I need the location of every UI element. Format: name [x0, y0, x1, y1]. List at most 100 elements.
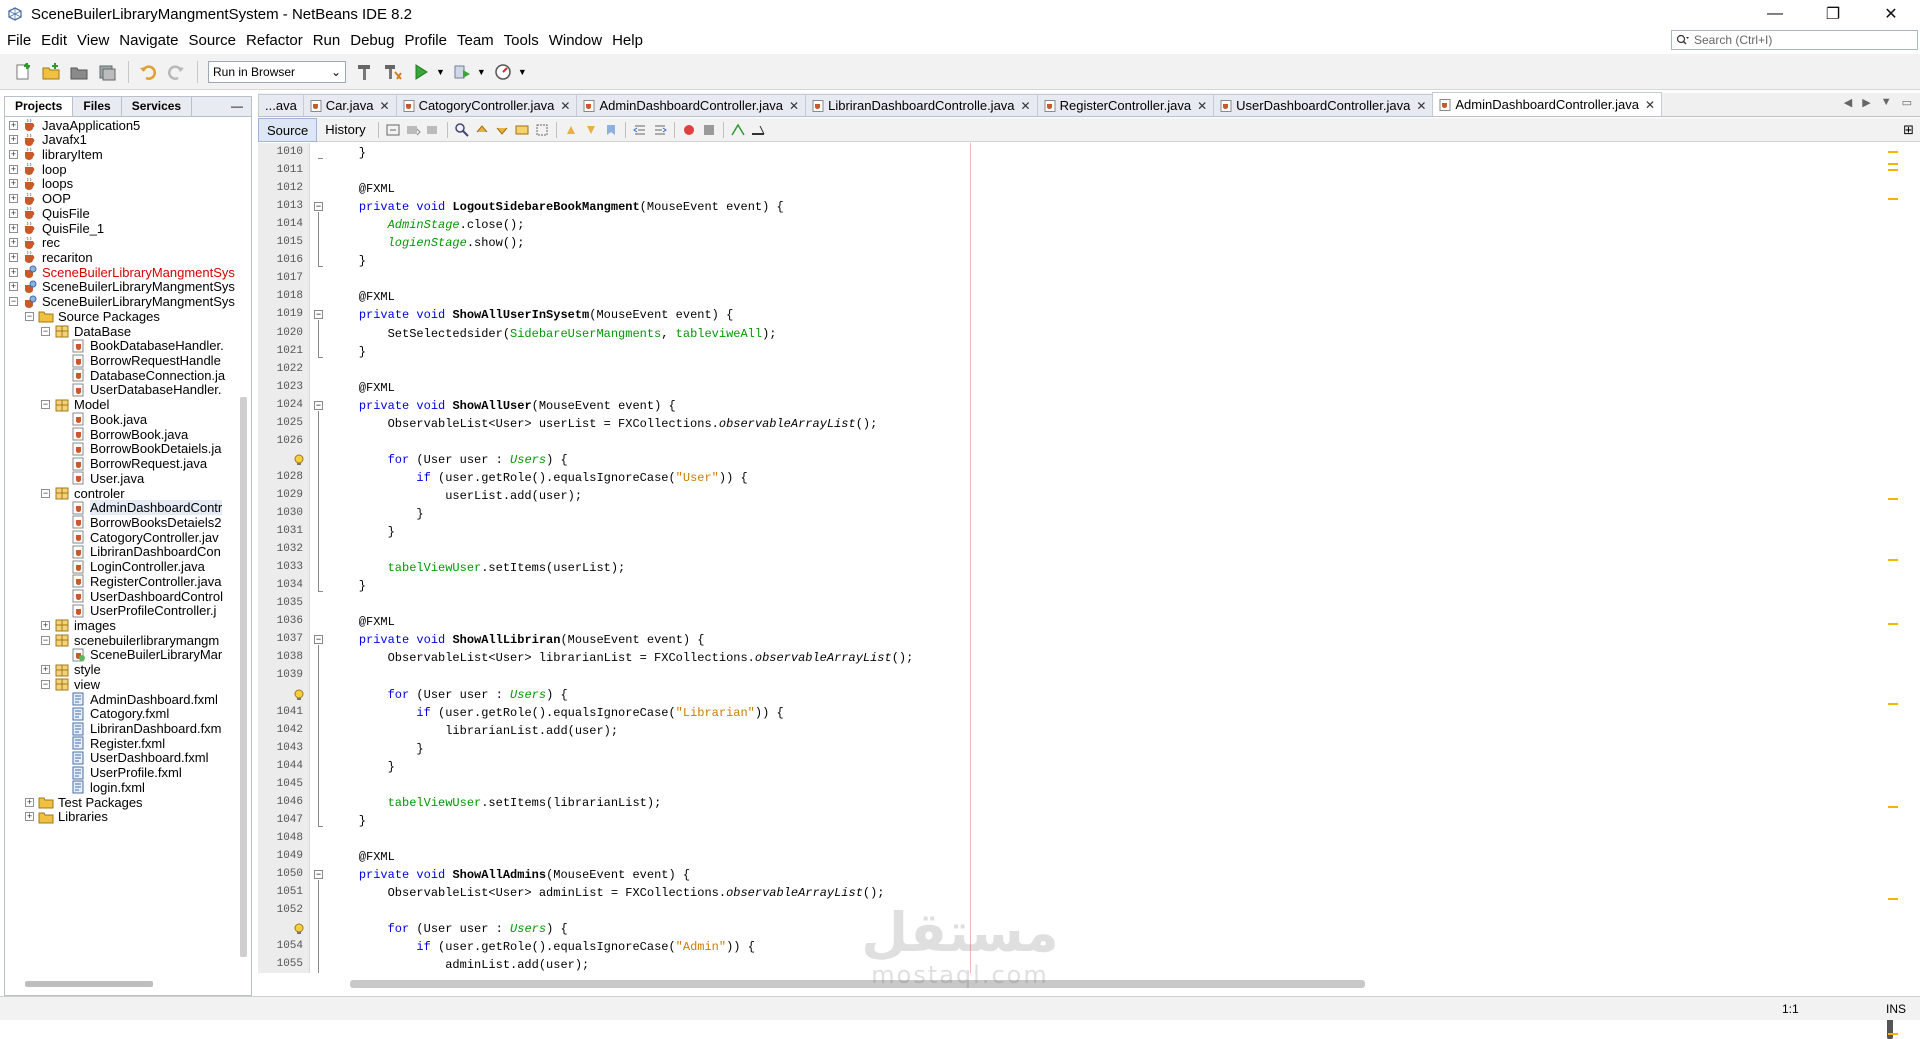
expand-icon[interactable]: + — [9, 194, 18, 204]
code-editor[interactable]: } @FXML private void LogoutSidebareBookM… — [330, 143, 1885, 973]
find-previous-icon[interactable] — [472, 120, 492, 140]
expand-icon[interactable]: + — [41, 620, 50, 630]
close-tab-icon[interactable]: ✕ — [789, 99, 799, 113]
maximize-window-icon[interactable]: ▭ — [1902, 96, 1912, 109]
menu-file[interactable]: File — [2, 28, 36, 54]
tab-projects[interactable]: Projects — [5, 97, 74, 116]
expand-icon[interactable]: + — [9, 120, 18, 130]
menu-debug[interactable]: Debug — [345, 28, 399, 54]
scroll-tabs-right-icon[interactable]: ▶ — [1862, 96, 1870, 109]
comment-icon[interactable] — [728, 120, 748, 140]
tab-history[interactable]: History — [317, 118, 373, 142]
warning-marker[interactable] — [1888, 498, 1898, 500]
split-editor-icon[interactable]: ⊞ — [1903, 122, 1914, 138]
new-file-icon[interactable] — [10, 59, 36, 85]
expand-icon[interactable]: + — [9, 135, 18, 145]
last-edit-icon[interactable] — [383, 120, 403, 140]
toggle-rect-selection-icon[interactable] — [532, 120, 552, 140]
tab-source[interactable]: Source — [258, 117, 318, 142]
expand-icon[interactable]: + — [9, 223, 18, 233]
find-next-icon[interactable] — [492, 120, 512, 140]
tree-horizontal-scrollbar[interactable] — [25, 981, 153, 987]
redo-icon[interactable] — [163, 59, 189, 85]
minimize-button[interactable]: — — [1746, 0, 1804, 28]
collapse-icon[interactable]: − — [9, 297, 18, 307]
new-project-icon[interactable] — [38, 59, 64, 85]
editor-tab-admindashboardcontroller-java[interactable]: AdminDashboardController.java ✕ — [576, 94, 807, 116]
editor-tab-ava[interactable]: ...ava — [258, 94, 304, 116]
maximize-button[interactable]: ❐ — [1804, 0, 1862, 28]
tab-files[interactable]: Files — [73, 97, 122, 116]
menu-help[interactable]: Help — [607, 28, 648, 54]
run-configuration-select[interactable]: Run in Browser ⌄ — [208, 60, 346, 83]
menu-tools[interactable]: Tools — [499, 28, 544, 54]
collapse-icon[interactable]: − — [25, 311, 34, 321]
menu-window[interactable]: Window — [544, 28, 607, 54]
menu-source[interactable]: Source — [183, 28, 241, 54]
expand-icon[interactable]: + — [9, 208, 18, 218]
shift-left-icon[interactable] — [630, 120, 650, 140]
tree-vertical-scrollbar[interactable] — [240, 397, 247, 957]
collapse-icon[interactable]: − — [41, 679, 50, 689]
fold-toggle-icon[interactable]: − — [314, 400, 323, 410]
clean-build-icon[interactable] — [380, 59, 406, 85]
run-icon[interactable] — [408, 59, 434, 85]
fold-toggle-icon[interactable]: − — [314, 635, 323, 645]
open-project-icon[interactable] — [66, 59, 92, 85]
hint-lightbulb-icon[interactable] — [293, 454, 305, 466]
editor-tab-car-java[interactable]: Car.java ✕ — [302, 94, 397, 116]
warning-marker[interactable] — [1888, 559, 1898, 561]
menu-team[interactable]: Team — [452, 28, 499, 54]
expand-icon[interactable]: + — [9, 238, 18, 248]
expand-icon[interactable]: + — [25, 812, 34, 822]
tree-item-libraries[interactable]: + Libraries — [25, 808, 108, 826]
warning-marker[interactable] — [1888, 703, 1898, 705]
chevron-down-icon[interactable]: ▼ — [518, 67, 527, 77]
warning-marker[interactable] — [1888, 169, 1898, 171]
editor-tab-admindashboardcontroller-java[interactable]: AdminDashboardController.java ✕ — [1432, 92, 1662, 116]
expand-icon[interactable]: + — [9, 282, 18, 292]
expand-icon[interactable]: + — [25, 797, 34, 807]
editor-tab-userdashboardcontroller-java[interactable]: UserDashboardController.java ✕ — [1213, 94, 1434, 116]
expand-icon[interactable]: + — [9, 252, 18, 262]
warning-marker[interactable] — [1888, 623, 1898, 625]
show-opened-documents-icon[interactable]: ▼ — [1881, 96, 1892, 109]
menu-edit[interactable]: Edit — [36, 28, 72, 54]
hint-lightbulb-icon[interactable] — [293, 923, 305, 935]
tab-services[interactable]: Services — [122, 97, 193, 116]
warning-marker[interactable] — [1888, 1033, 1898, 1035]
expand-icon[interactable]: + — [9, 149, 18, 159]
close-tab-icon[interactable]: ✕ — [1645, 98, 1655, 112]
expand-icon[interactable]: + — [41, 665, 50, 675]
hint-lightbulb-icon[interactable] — [293, 689, 305, 701]
expand-icon[interactable]: + — [9, 179, 18, 189]
previous-bookmark-icon[interactable] — [561, 120, 581, 140]
menu-refactor[interactable]: Refactor — [241, 28, 308, 54]
menu-run[interactable]: Run — [308, 28, 346, 54]
undo-icon[interactable] — [135, 59, 161, 85]
scroll-tabs-left-icon[interactable]: ◀ — [1844, 96, 1852, 109]
forward-icon[interactable] — [423, 120, 443, 140]
close-tab-icon[interactable]: ✕ — [1416, 99, 1426, 113]
chevron-down-icon[interactable]: ▼ — [436, 67, 445, 77]
fold-toggle-icon[interactable]: − — [314, 310, 323, 320]
editor-tab-librirandashboardcontrolle-java[interactable]: LibriranDashboardControlle.java ✕ — [805, 94, 1038, 116]
build-hammer-icon[interactable] — [352, 59, 378, 85]
editor-tab-registercontroller-java[interactable]: RegisterController.java ✕ — [1036, 94, 1215, 116]
find-selection-icon[interactable] — [452, 120, 472, 140]
search-box[interactable]: Search (Ctrl+I) — [1671, 30, 1918, 50]
close-button[interactable]: ✕ — [1862, 0, 1920, 28]
start-macro-icon[interactable] — [679, 120, 699, 140]
collapse-icon[interactable]: − — [41, 635, 50, 645]
expand-icon[interactable]: + — [9, 267, 18, 277]
close-tab-icon[interactable]: ✕ — [380, 99, 390, 113]
expand-icon[interactable]: + — [9, 164, 18, 174]
close-tab-icon[interactable]: ✕ — [1197, 99, 1207, 113]
debug-icon[interactable] — [449, 59, 475, 85]
menu-view[interactable]: View — [72, 28, 114, 54]
warning-marker[interactable] — [1888, 151, 1898, 153]
profile-icon[interactable] — [490, 59, 516, 85]
close-tab-icon[interactable]: ✕ — [1021, 99, 1031, 113]
minimize-panel-button[interactable]: — — [223, 97, 251, 116]
search-input[interactable]: Search (Ctrl+I) — [1694, 33, 1772, 47]
